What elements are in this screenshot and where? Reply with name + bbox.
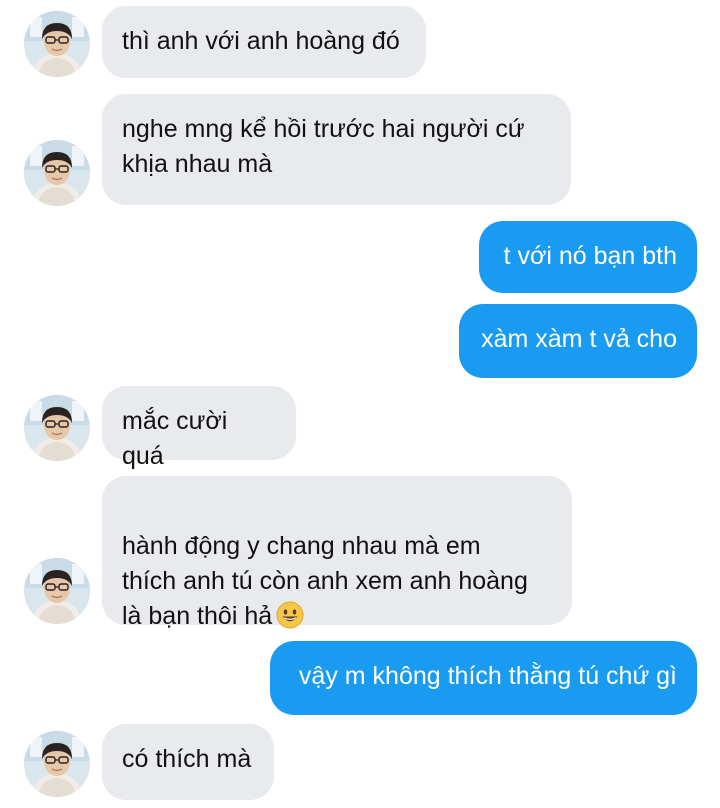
avatar[interactable]	[24, 731, 90, 797]
incoming-message-bubble[interactable]: hành động y chang nhau mà em thích anh t…	[102, 476, 572, 630]
avatar[interactable]	[24, 558, 90, 624]
avatar[interactable]	[24, 11, 90, 77]
user-avatar-icon	[24, 11, 90, 77]
incoming-message-bubble[interactable]: mắc cười quá	[102, 386, 296, 470]
outgoing-message-bubble[interactable]: xàm xàm t vả cho	[459, 304, 697, 378]
incoming-message-bubble[interactable]: nghe mng kể hồi trước hai người cứ khịa …	[102, 94, 571, 205]
incoming-message-bubble[interactable]: có thích mà	[102, 724, 274, 800]
user-avatar-icon	[24, 731, 90, 797]
incoming-message-bubble[interactable]: thì anh với anh hoàng đó	[102, 6, 426, 78]
grinning-face-emoji-icon	[276, 601, 304, 629]
avatar[interactable]	[24, 140, 90, 206]
user-avatar-icon	[24, 395, 90, 461]
outgoing-message-bubble[interactable]: vậy m không thích thằng tú chứ gì	[270, 641, 697, 715]
user-avatar-icon	[24, 140, 90, 206]
avatar[interactable]	[24, 395, 90, 461]
outgoing-message-bubble[interactable]: t với nó bạn bth	[479, 221, 697, 293]
message-text: hành động y chang nhau mà em thích anh t…	[122, 532, 528, 630]
user-avatar-icon	[24, 558, 90, 624]
